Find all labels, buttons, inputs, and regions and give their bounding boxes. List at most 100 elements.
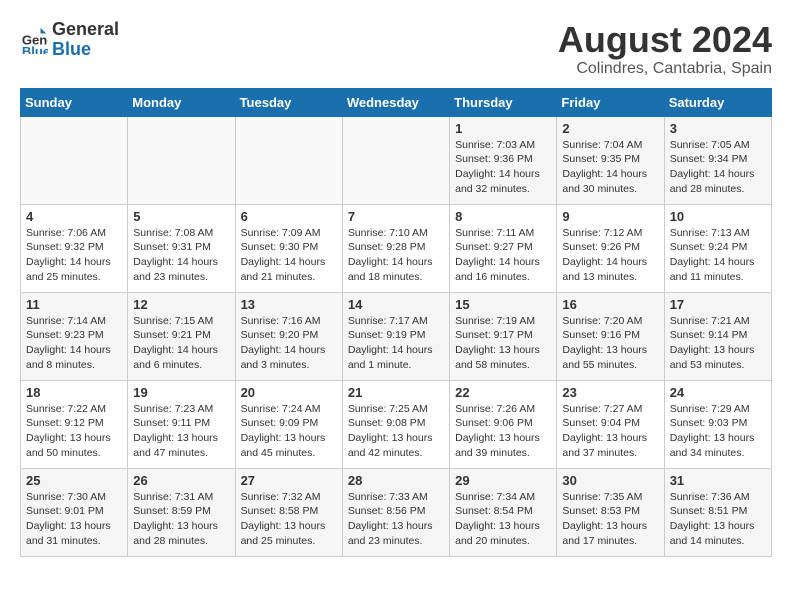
day-info: Sunrise: 7:11 AMSunset: 9:27 PMDaylight:… (455, 226, 551, 285)
calendar-cell: 31Sunrise: 7:36 AMSunset: 8:51 PMDayligh… (664, 468, 771, 556)
calendar-cell: 7 Sunrise: 7:10 AMSunset: 9:28 PMDaylight… (342, 204, 449, 292)
day-info: Sunrise: 7:10 AMSunset: 9:28 PMDaylight:… (348, 226, 444, 285)
day-number: 8 (455, 209, 551, 224)
day-number: 30 (562, 473, 658, 488)
calendar-cell: 2 Sunrise: 7:04 AMSunset: 9:35 PMDaylight… (557, 116, 664, 204)
day-number: 6 (241, 209, 337, 224)
calendar-cell: 21Sunrise: 7:25 AMSunset: 9:08 PMDayligh… (342, 380, 449, 468)
calendar-cell: 23 Sunrise: 7:27 AMSunset: 9:04 PMDayligh… (557, 380, 664, 468)
calendar-cell: 13 Sunrise: 7:16 AMSunset: 9:20 PMDayligh… (235, 292, 342, 380)
calendar-cell: 11 Sunrise: 7:14 AMSunset: 9:23 PMDayligh… (21, 292, 128, 380)
day-number: 1 (455, 121, 551, 136)
weekday-header-friday: Friday (557, 88, 664, 116)
calendar-table: SundayMondayTuesdayWednesdayThursdayFrid… (20, 88, 772, 557)
day-info: Sunrise: 7:32 AMSunset: 8:58 PMDaylight:… (241, 490, 337, 549)
day-number: 25 (26, 473, 122, 488)
day-info: Sunrise: 7:16 AMSunset: 9:20 PMDaylight:… (241, 314, 337, 373)
calendar-cell: 27 Sunrise: 7:32 AMSunset: 8:58 PMDayligh… (235, 468, 342, 556)
day-info: Sunrise: 7:14 AMSunset: 9:23 PMDaylight:… (26, 314, 122, 373)
calendar-cell: 28 Sunrise: 7:33 AMSunset: 8:56 PMDayligh… (342, 468, 449, 556)
day-info: Sunrise: 7:13 AMSunset: 9:24 PMDaylight:… (670, 226, 766, 285)
day-info: Sunrise: 7:29 AMSunset: 9:03 PMDaylight:… (670, 402, 766, 461)
day-number: 4 (26, 209, 122, 224)
day-number: 22 (455, 385, 551, 400)
calendar-cell: 4 Sunrise: 7:06 AMSunset: 9:32 PMDaylight… (21, 204, 128, 292)
calendar-cell: 3Sunrise: 7:05 AMSunset: 9:34 PMDaylight… (664, 116, 771, 204)
day-number: 20 (241, 385, 337, 400)
weekday-header-thursday: Thursday (450, 88, 557, 116)
calendar-cell: 19Sunrise: 7:23 AMSunset: 9:11 PMDayligh… (128, 380, 235, 468)
day-info: Sunrise: 7:03 AMSunset: 9:36 PMDaylight:… (455, 138, 551, 197)
day-number: 7 (348, 209, 444, 224)
calendar-cell: 16 Sunrise: 7:20 AMSunset: 9:16 PMDayligh… (557, 292, 664, 380)
day-number: 10 (670, 209, 766, 224)
logo-text: General Blue (52, 20, 119, 60)
day-number: 23 (562, 385, 658, 400)
calendar-cell: 30Sunrise: 7:35 AMSunset: 8:53 PMDayligh… (557, 468, 664, 556)
day-info: Sunrise: 7:26 AMSunset: 9:06 PMDaylight:… (455, 402, 551, 461)
day-number: 2 (562, 121, 658, 136)
calendar-cell: 9 Sunrise: 7:12 AMSunset: 9:26 PMDaylight… (557, 204, 664, 292)
weekday-header-monday: Monday (128, 88, 235, 116)
day-info: Sunrise: 7:12 AMSunset: 9:26 PMDaylight:… (562, 226, 658, 285)
logo: General Blue General Blue (20, 20, 119, 60)
calendar-cell: 5Sunrise: 7:08 AMSunset: 9:31 PMDaylight… (128, 204, 235, 292)
day-info: Sunrise: 7:22 AMSunset: 9:12 PMDaylight:… (26, 402, 122, 461)
calendar-week-1: 1 Sunrise: 7:03 AMSunset: 9:36 PMDaylight… (21, 116, 772, 204)
location: Colindres, Cantabria, Spain (558, 60, 772, 78)
day-info: Sunrise: 7:27 AMSunset: 9:04 PMDaylight:… (562, 402, 658, 461)
calendar-cell (21, 116, 128, 204)
day-info: Sunrise: 7:15 AMSunset: 9:21 PMDaylight:… (133, 314, 229, 373)
day-number: 16 (562, 297, 658, 312)
day-number: 27 (241, 473, 337, 488)
day-info: Sunrise: 7:06 AMSunset: 9:32 PMDaylight:… (26, 226, 122, 285)
day-info: Sunrise: 7:25 AMSunset: 9:08 PMDaylight:… (348, 402, 444, 461)
calendar-cell: 24 Sunrise: 7:29 AMSunset: 9:03 PMDayligh… (664, 380, 771, 468)
day-info: Sunrise: 7:19 AMSunset: 9:17 PMDaylight:… (455, 314, 551, 373)
day-info: Sunrise: 7:20 AMSunset: 9:16 PMDaylight:… (562, 314, 658, 373)
calendar-week-3: 11 Sunrise: 7:14 AMSunset: 9:23 PMDayligh… (21, 292, 772, 380)
day-number: 9 (562, 209, 658, 224)
day-info: Sunrise: 7:23 AMSunset: 9:11 PMDaylight:… (133, 402, 229, 461)
calendar-cell: 18 Sunrise: 7:22 AMSunset: 9:12 PMDayligh… (21, 380, 128, 468)
day-info: Sunrise: 7:30 AMSunset: 9:01 PMDaylight:… (26, 490, 122, 549)
calendar-cell: 10 Sunrise: 7:13 AMSunset: 9:24 PMDayligh… (664, 204, 771, 292)
weekday-header-saturday: Saturday (664, 88, 771, 116)
day-number: 24 (670, 385, 766, 400)
weekday-header-row: SundayMondayTuesdayWednesdayThursdayFrid… (21, 88, 772, 116)
day-number: 18 (26, 385, 122, 400)
day-info: Sunrise: 7:33 AMSunset: 8:56 PMDaylight:… (348, 490, 444, 549)
day-number: 17 (670, 297, 766, 312)
day-info: Sunrise: 7:21 AMSunset: 9:14 PMDaylight:… (670, 314, 766, 373)
day-info: Sunrise: 7:24 AMSunset: 9:09 PMDaylight:… (241, 402, 337, 461)
day-number: 31 (670, 473, 766, 488)
day-info: Sunrise: 7:05 AMSunset: 9:34 PMDaylight:… (670, 138, 766, 197)
calendar-cell: 6 Sunrise: 7:09 AMSunset: 9:30 PMDaylight… (235, 204, 342, 292)
calendar-week-2: 4 Sunrise: 7:06 AMSunset: 9:32 PMDaylight… (21, 204, 772, 292)
calendar-cell: 17 Sunrise: 7:21 AMSunset: 9:14 PMDayligh… (664, 292, 771, 380)
calendar-week-5: 25 Sunrise: 7:30 AMSunset: 9:01 PMDayligh… (21, 468, 772, 556)
day-number: 11 (26, 297, 122, 312)
page-header: General Blue General Blue August 2024 Co… (20, 20, 772, 78)
day-number: 26 (133, 473, 229, 488)
calendar-cell (342, 116, 449, 204)
calendar-cell: 20 Sunrise: 7:24 AMSunset: 9:09 PMDayligh… (235, 380, 342, 468)
day-info: Sunrise: 7:34 AMSunset: 8:54 PMDaylight:… (455, 490, 551, 549)
calendar-cell: 29 Sunrise: 7:34 AMSunset: 8:54 PMDayligh… (450, 468, 557, 556)
day-number: 28 (348, 473, 444, 488)
day-info: Sunrise: 7:08 AMSunset: 9:31 PMDaylight:… (133, 226, 229, 285)
day-number: 12 (133, 297, 229, 312)
svg-text:Blue: Blue (22, 44, 48, 54)
day-number: 13 (241, 297, 337, 312)
day-number: 29 (455, 473, 551, 488)
day-number: 15 (455, 297, 551, 312)
title-block: August 2024 Colindres, Cantabria, Spain (558, 20, 772, 78)
calendar-week-4: 18 Sunrise: 7:22 AMSunset: 9:12 PMDayligh… (21, 380, 772, 468)
weekday-header-tuesday: Tuesday (235, 88, 342, 116)
weekday-header-wednesday: Wednesday (342, 88, 449, 116)
calendar-cell: 8 Sunrise: 7:11 AMSunset: 9:27 PMDaylight… (450, 204, 557, 292)
day-info: Sunrise: 7:04 AMSunset: 9:35 PMDaylight:… (562, 138, 658, 197)
day-number: 14 (348, 297, 444, 312)
day-info: Sunrise: 7:09 AMSunset: 9:30 PMDaylight:… (241, 226, 337, 285)
month-year: August 2024 (558, 20, 772, 60)
